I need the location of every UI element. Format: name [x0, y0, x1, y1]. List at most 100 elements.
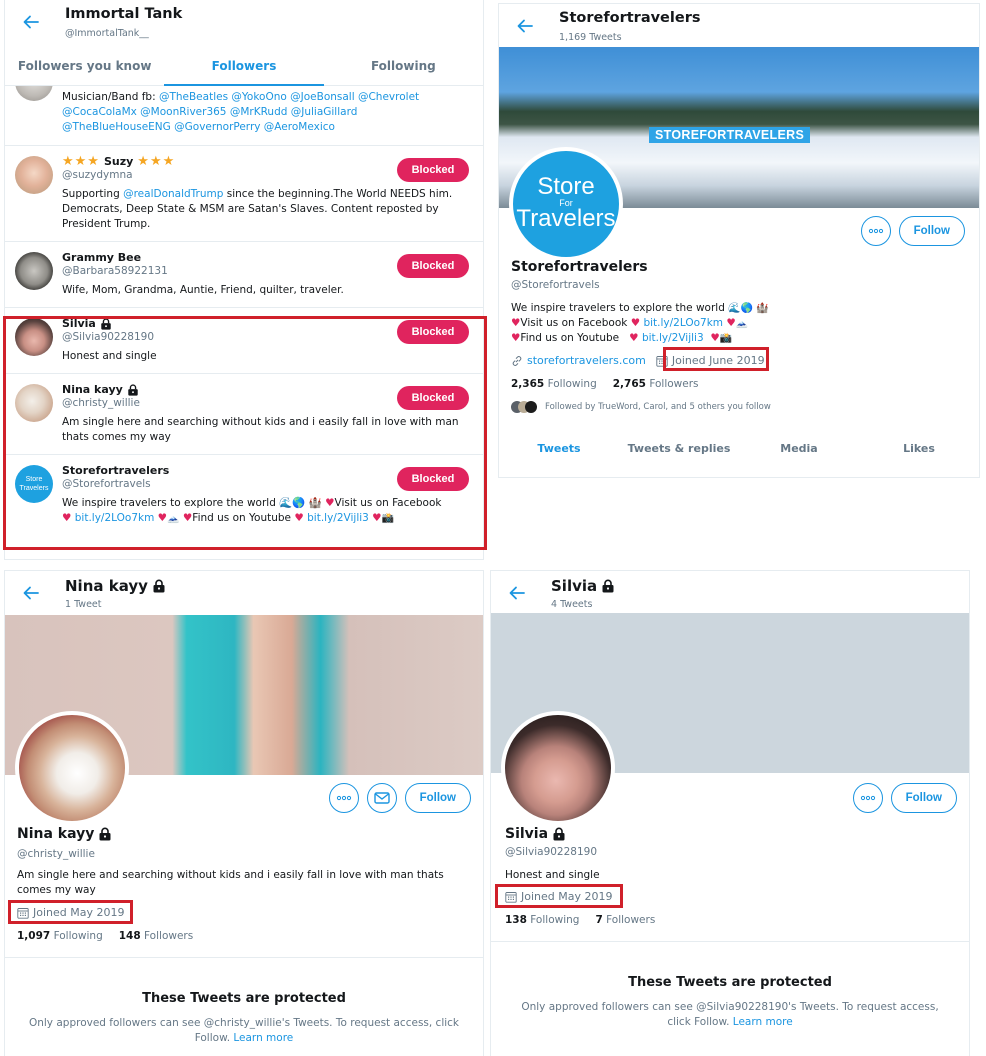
facebook-link[interactable]: bit.ly/2LOo7km: [643, 317, 723, 329]
followed-by[interactable]: Followed by TrueWord, Carol, and 5 other…: [511, 401, 771, 413]
profile-actions: Follow: [860, 216, 965, 246]
following-stat[interactable]: 1,097 Following: [17, 930, 103, 942]
tab-followers[interactable]: Followers: [164, 48, 324, 86]
silvia-profile-panel: Silvia 4 Tweets Follow Silvia @Silvia902…: [490, 570, 970, 1056]
camera-emoji-icon: 📸: [381, 513, 395, 524]
profile-meta: storefortravelers.com Joined June 2019: [511, 354, 765, 367]
lock-icon: [98, 827, 112, 841]
profile-header: Silvia 4 Tweets: [491, 571, 969, 617]
followers-header: Immortal Tank @ImmortalTank__: [5, 0, 483, 46]
nina-profile-panel: Nina kayy 1 Tweet Follow Nina kayy @chri…: [4, 570, 484, 1056]
profile-avatar[interactable]: [15, 711, 129, 825]
more-options-button[interactable]: [852, 783, 883, 813]
tab-likes[interactable]: Likes: [859, 434, 979, 466]
bio-text: Visit us on Facebook: [520, 317, 628, 329]
following-stat[interactable]: 138 Following: [505, 914, 579, 926]
joined-date: Joined June 2019: [671, 354, 765, 367]
more-dots-icon: [336, 795, 352, 801]
profile-avatar[interactable]: Store For Travelers: [509, 147, 623, 261]
facebook-link[interactable]: bit.ly/2LOo7km: [75, 512, 155, 524]
list-item[interactable]: Silvia @Silvia90228190 Honest and single…: [5, 308, 483, 374]
blocked-button[interactable]: Blocked: [397, 254, 469, 278]
profile-avatar[interactable]: [501, 711, 615, 825]
profile-actions: Follow: [328, 783, 471, 813]
avatar[interactable]: [15, 318, 53, 356]
protected-text: Only approved followers can see @Silvia9…: [521, 1001, 939, 1028]
tab-tweets[interactable]: Tweets: [499, 434, 619, 466]
followers-label: Followers: [144, 930, 194, 942]
profile-stats: 138 Following 7 Followers: [505, 914, 655, 926]
followers-stat[interactable]: 7 Followers: [595, 914, 655, 926]
user-name-text: Silvia: [62, 317, 96, 330]
bio-text: Visit us on Facebook: [334, 497, 442, 509]
learn-more-link[interactable]: Learn more: [233, 1032, 293, 1044]
profile-handle: @Silvia90228190: [505, 846, 598, 858]
mail-icon: [374, 792, 390, 804]
learn-more-link[interactable]: Learn more: [733, 1016, 793, 1028]
joined-date: Joined May 2019: [521, 890, 613, 903]
blocked-button[interactable]: Blocked: [397, 320, 469, 344]
followers-stat[interactable]: 148 Followers: [119, 930, 193, 942]
tab-media[interactable]: Media: [739, 434, 859, 466]
profile-name-text: Nina kayy: [17, 826, 95, 842]
calendar-icon: [505, 891, 517, 903]
heart-icon: ♥: [325, 497, 335, 509]
profile-title-text: Silvia: [551, 577, 598, 595]
follow-button[interactable]: Follow: [890, 783, 957, 813]
following-count: 2,365: [511, 378, 545, 390]
profile-title: Storefortravelers: [559, 10, 701, 26]
blocked-button[interactable]: Blocked: [397, 467, 469, 491]
back-arrow-icon[interactable]: [515, 16, 535, 36]
followers-stat[interactable]: 2,765 Followers: [613, 378, 699, 390]
more-options-button[interactable]: [860, 216, 891, 246]
following-stat[interactable]: 2,365 Following: [511, 378, 597, 390]
heart-icon: ♥: [372, 512, 382, 524]
list-item[interactable]: ★★★ Suzy ★★★ @suzydymna Supporting @real…: [5, 146, 483, 242]
follow-button[interactable]: Follow: [404, 783, 471, 813]
website-link[interactable]: storefortravelers.com: [527, 354, 646, 367]
back-arrow-icon[interactable]: [21, 12, 41, 32]
back-arrow-icon[interactable]: [21, 583, 41, 603]
profile-stats: 2,365 Following 2,765 Followers: [511, 378, 699, 390]
blocked-button[interactable]: Blocked: [397, 386, 469, 410]
bio-mention-link[interactable]: @realDonaldTrump: [123, 188, 223, 200]
list-item[interactable]: Store Travelers Storefortravelers @Storef…: [5, 455, 483, 537]
link-icon: [511, 355, 523, 367]
bio-mentions[interactable]: @CocaColaMx @MoonRiver365 @MrKRudd @Juli…: [62, 106, 357, 118]
avatar[interactable]: [15, 156, 53, 194]
avatar[interactable]: [15, 384, 53, 422]
avatar[interactable]: [15, 252, 53, 290]
youtube-link[interactable]: bit.ly/2Vijli3: [307, 512, 369, 524]
youtube-link[interactable]: bit.ly/2Vijli3: [642, 332, 704, 344]
more-options-button[interactable]: [328, 783, 359, 813]
heart-icon: ♥: [630, 317, 641, 329]
profile-name-text: Silvia: [505, 826, 549, 842]
calendar-icon: [656, 355, 668, 367]
profile-bio: We inspire travelers to explore the worl…: [511, 301, 769, 346]
calendar-icon: [17, 907, 29, 919]
back-arrow-icon[interactable]: [507, 583, 527, 603]
protected-title: These Tweets are protected: [142, 991, 346, 1006]
tab-following[interactable]: Following: [324, 48, 483, 85]
avatar[interactable]: Store Travelers: [15, 465, 53, 503]
more-dots-icon: [860, 795, 876, 801]
follow-button[interactable]: Follow: [898, 216, 965, 246]
divider: [491, 941, 969, 942]
heart-icon: ♥: [629, 332, 639, 344]
blocked-button[interactable]: Blocked: [397, 158, 469, 182]
list-item[interactable]: Grammy Bee @Barbara58922131 Wife, Mom, G…: [5, 242, 483, 308]
profile-handle: @ImmortalTank__: [65, 28, 149, 39]
message-button[interactable]: [366, 783, 397, 813]
profile-title: Immortal Tank: [65, 6, 183, 22]
lock-icon: [127, 384, 139, 396]
bio-mentions[interactable]: @TheBeatles @YokoOno @JoeBonsall @Chevro…: [159, 91, 419, 103]
list-item[interactable]: Nina kayy @christy_willie Am single here…: [5, 374, 483, 455]
followers-label: Followers: [606, 914, 656, 926]
protected-message: Only approved followers can see @christy…: [25, 1016, 463, 1046]
profile-name: Storefortravelers: [511, 259, 648, 275]
tab-tweets-replies[interactable]: Tweets & replies: [619, 434, 739, 466]
following-label: Following: [53, 930, 103, 942]
tab-followers-you-know[interactable]: Followers you know: [5, 48, 164, 85]
bio-mentions[interactable]: @TheBlueHouseENG @GovernorPerry @AeroMex…: [62, 121, 335, 133]
list-item[interactable]: @EddieDonovan Musician/Band fb: @TheBeat…: [5, 63, 483, 146]
